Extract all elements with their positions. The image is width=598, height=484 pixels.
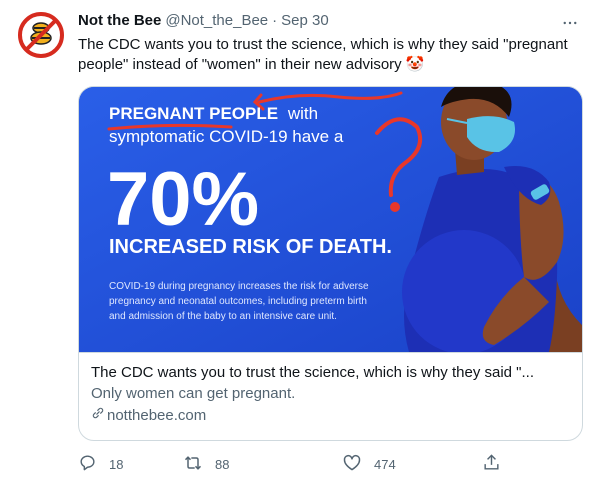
card-meta[interactable]: The CDC wants you to trust the science, … <box>79 352 582 426</box>
author-handle[interactable]: @Not_the_Bee <box>165 11 268 31</box>
tweet-actions: 18 88 474 <box>78 452 501 476</box>
share-icon <box>482 453 501 475</box>
image-small-3: and admission of the baby to an intensiv… <box>109 311 337 322</box>
image-big-number: 70% <box>107 157 259 242</box>
reply-button[interactable]: 18 <box>78 452 123 476</box>
reply-icon <box>78 453 97 475</box>
card-description: Only women can get pregnant. <box>91 385 296 402</box>
tweet-text-content: The CDC wants you to trust the science, … <box>78 36 568 73</box>
image-small-1: COVID-19 during pregnancy increases the … <box>109 281 369 292</box>
link-card[interactable]: PREGNANT PEOPLE with symptomatic COVID-1… <box>78 86 583 441</box>
like-count: 474 <box>374 456 396 472</box>
retweet-count: 88 <box>215 456 230 472</box>
card-domain[interactable]: notthebee.com <box>91 406 572 426</box>
image-headline: INCREASED RISK OF DEATH. <box>109 236 392 258</box>
retweet-icon <box>183 453 203 476</box>
image-highlight-text: PREGNANT PEOPLE <box>109 104 278 123</box>
tweet-header: Not the Bee @Not_the_Bee · Sep 30 <box>78 11 329 31</box>
card-image[interactable]: PREGNANT PEOPLE with symptomatic COVID-1… <box>79 87 582 352</box>
retweet-button[interactable]: 88 <box>183 452 229 476</box>
image-small-2: pregnancy and neonatal outcomes, includi… <box>109 296 367 307</box>
clown-emoji: 🤡 <box>405 56 425 73</box>
more-options-icon[interactable] <box>560 13 580 33</box>
tweet[interactable]: Not the Bee @Not_the_Bee · Sep 30 The CD… <box>0 0 598 484</box>
image-line2: symptomatic COVID-19 have a <box>109 127 344 146</box>
share-button[interactable] <box>482 452 501 476</box>
like-button[interactable]: 474 <box>342 452 396 476</box>
link-icon <box>91 406 107 426</box>
card-title[interactable]: The CDC wants you to trust the science, … <box>91 363 572 383</box>
author-display-name[interactable]: Not the Bee <box>78 11 161 31</box>
card-domain-text: notthebee.com <box>107 407 207 424</box>
tweet-text: The CDC wants you to trust the science, … <box>78 35 578 75</box>
tweet-timestamp[interactable]: Sep 30 <box>281 11 329 31</box>
image-line1-rest: with <box>287 104 318 123</box>
reply-count: 18 <box>109 456 124 472</box>
separator-dot: · <box>272 12 278 29</box>
no-bees-logo-icon[interactable] <box>17 11 65 59</box>
like-icon <box>342 453 362 476</box>
